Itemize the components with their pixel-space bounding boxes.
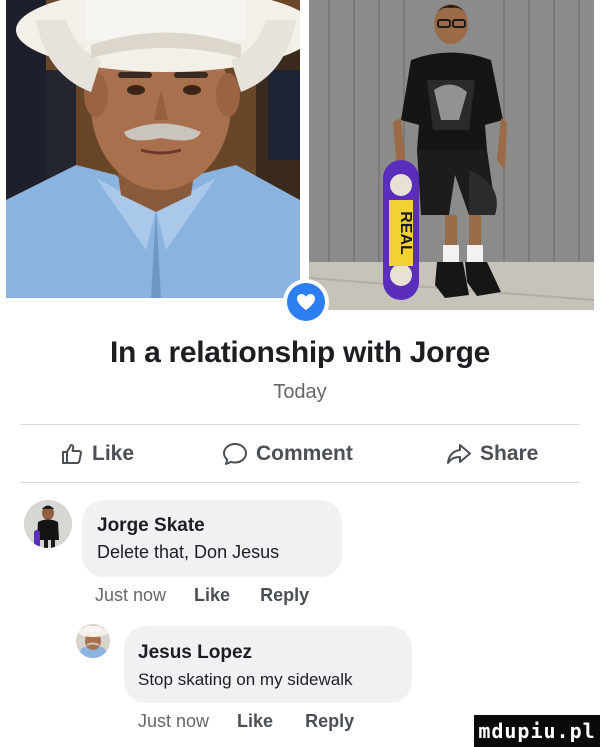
comment-text: Stop skating on my sidewalk — [138, 670, 353, 689]
thumbs-up-icon — [62, 444, 82, 464]
comment-reply-link[interactable]: Reply — [305, 711, 354, 732]
post-date: Today — [273, 381, 327, 403]
relationship-photos: REAL — [0, 0, 600, 310]
comment-bubble: Jesus Lopez Stop skating on my sidewalk — [124, 626, 412, 703]
avatar-image — [24, 500, 72, 548]
relationship-status-title: In a relationship with Jorge — [110, 336, 490, 369]
comment-button[interactable]: Comment — [222, 436, 353, 472]
comment-bubble-icon — [223, 443, 247, 465]
partner-photo-left[interactable] — [6, 0, 300, 298]
man-in-hat-image — [6, 0, 300, 298]
post-actions-bar: Like Comment Share — [0, 436, 600, 472]
comment-like-link[interactable]: Like — [194, 585, 230, 606]
comment-timestamp: Just now — [95, 585, 167, 605]
avatar[interactable] — [24, 500, 72, 548]
relationship-heart-badge — [283, 279, 329, 325]
avatar-image — [76, 624, 110, 658]
share-button[interactable]: Share — [446, 436, 538, 472]
site-watermark: mdupiu.pl — [474, 715, 600, 747]
skateboard-logo: REAL — [397, 211, 414, 255]
like-button-label: Like — [92, 442, 135, 465]
partner-photo-right[interactable]: REAL — [309, 0, 594, 310]
skater-image: REAL — [309, 0, 594, 310]
actions-divider-top — [20, 424, 580, 425]
comment-button-label: Comment — [256, 442, 353, 465]
comment-reply-link[interactable]: Reply — [260, 585, 309, 606]
avatar[interactable] — [76, 624, 110, 658]
share-arrow-icon — [447, 444, 471, 464]
share-button-label: Share — [480, 442, 539, 465]
comment-bubble: Jorge Skate Delete that, Don Jesus — [82, 500, 342, 577]
comment-like-link[interactable]: Like — [237, 711, 273, 732]
comment-author[interactable]: Jesus Lopez — [138, 642, 252, 664]
comment-text: Delete that, Don Jesus — [97, 542, 280, 562]
comment-author[interactable]: Jorge Skate — [97, 515, 205, 537]
comment-meta: Just now Like Reply — [138, 711, 354, 732]
comment-timestamp: Just now — [138, 711, 210, 731]
heart-icon — [297, 294, 315, 310]
comment-meta: Just now Like Reply — [95, 585, 309, 606]
like-button[interactable]: Like — [60, 436, 134, 472]
actions-divider-bottom — [20, 482, 580, 483]
